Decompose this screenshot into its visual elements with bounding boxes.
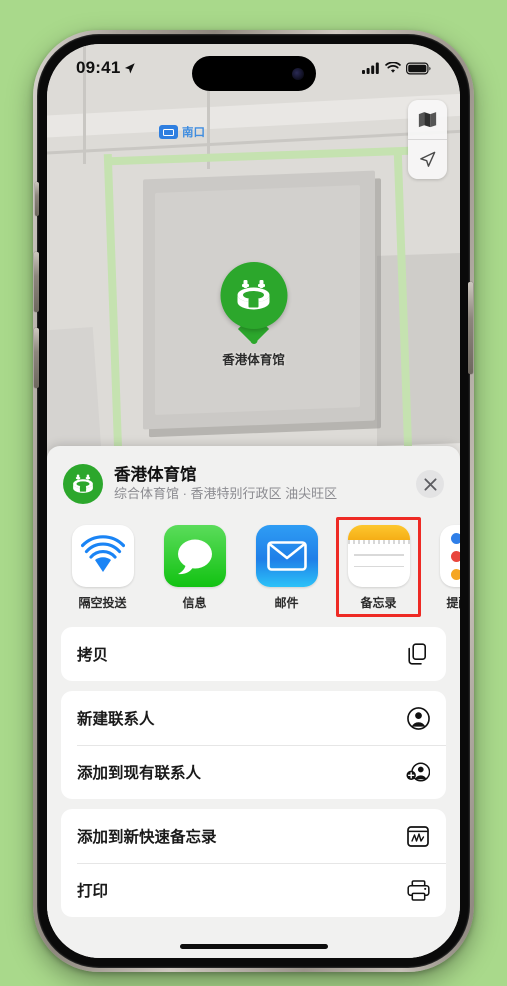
volume-up-button[interactable] (34, 252, 39, 312)
action-label: 添加到新快速备忘录 (77, 829, 217, 846)
map-block (47, 327, 102, 453)
share-app-label: 备忘录 (360, 596, 397, 610)
share-app-notes[interactable]: 备忘录 (336, 517, 421, 617)
stadium-pin-icon (220, 262, 287, 329)
transit-entrance-label: 南口 (182, 127, 205, 139)
mail-icon (255, 525, 318, 587)
home-indicator[interactable] (179, 944, 328, 949)
map-controls[interactable] (408, 100, 447, 179)
place-avatar (63, 464, 103, 504)
action-label: 新建联系人 (77, 711, 155, 728)
share-app-reminders[interactable]: 提醒事项 (437, 525, 460, 611)
screenshot-stage: 南口 香港体育馆 09:41 香港体育馆 综合体育馆 · 香港特别行政区 油尖旺… (0, 0, 507, 986)
notes-icon (347, 525, 410, 587)
action-group: 添加到新快速备忘录 打印 (61, 809, 446, 917)
action-row-new-contact[interactable]: 新建联系人 (61, 691, 446, 745)
printer-icon (406, 878, 430, 902)
transit-badge-icon (159, 125, 178, 139)
map-block (377, 252, 460, 446)
map-green-path (103, 153, 123, 455)
action-row-add-existing-contact[interactable]: 添加到现有联系人 (61, 745, 446, 799)
share-sheet-header: 香港体育馆 综合体育馆 · 香港特别行政区 油尖旺区 (47, 446, 460, 517)
map-place-pin[interactable]: 香港体育馆 (220, 262, 287, 368)
quick-note-icon (406, 824, 430, 848)
folded-map-icon (418, 112, 437, 128)
messages-icon (163, 525, 226, 587)
share-app-label: 隔空投送 (78, 596, 127, 610)
person-circle-icon (406, 706, 430, 730)
pin-anchor-dot (250, 337, 257, 344)
power-button[interactable] (468, 282, 473, 374)
wifi-icon (385, 62, 401, 73)
map-green-path (108, 146, 410, 166)
transit-entrance-marker[interactable]: 南口 (159, 124, 205, 140)
pin-label: 香港体育馆 (222, 353, 285, 367)
close-icon (423, 477, 437, 491)
map-road (47, 91, 460, 139)
action-label: 添加到现有联系人 (77, 765, 202, 782)
action-label: 打印 (77, 883, 109, 900)
share-sheet: 香港体育馆 综合体育馆 · 香港特别行政区 油尖旺区 隔空投送 信息 邮件 备忘… (47, 446, 460, 958)
phone-screen: 南口 香港体育馆 09:41 香港体育馆 综合体育馆 · 香港特别行政区 油尖旺… (47, 44, 460, 958)
action-row-new-quick-note[interactable]: 添加到新快速备忘录 (61, 809, 446, 863)
dynamic-island (191, 56, 316, 91)
share-app-messages[interactable]: 信息 (161, 525, 228, 611)
battery-icon (406, 62, 431, 74)
share-app-label: 提醒事项 (446, 596, 460, 610)
status-bar-left: 09:41 (76, 58, 136, 78)
place-info: 香港体育馆 综合体育馆 · 香港特别行政区 油尖旺区 (114, 465, 405, 504)
share-action-lists: 拷贝 新建联系人 添加到现有联系人 添加到新快速备忘录 打印 (47, 617, 460, 958)
action-row-print[interactable]: 打印 (61, 863, 446, 917)
location-arrow-icon (420, 151, 436, 167)
action-group: 新建联系人 添加到现有联系人 (61, 691, 446, 799)
reminders-icon (439, 525, 460, 587)
airdrop-icon (71, 525, 134, 587)
action-group: 拷贝 (61, 627, 446, 681)
cellular-bars-icon (362, 62, 379, 74)
share-app-label: 信息 (182, 596, 207, 610)
phone-bezel: 南口 香港体育馆 09:41 香港体育馆 综合体育馆 · 香港特别行政区 油尖旺… (34, 34, 473, 968)
place-title: 香港体育馆 (114, 465, 197, 484)
status-time: 09:41 (76, 58, 121, 77)
status-bar-right (362, 62, 431, 75)
action-button[interactable] (35, 182, 39, 216)
phone-device-frame: 南口 香港体育馆 09:41 香港体育馆 综合体育馆 · 香港特别行政区 油尖旺… (33, 30, 474, 972)
share-app-mail[interactable]: 邮件 (253, 525, 320, 611)
stadium-icon (73, 474, 93, 493)
stadium-icon (237, 279, 270, 309)
map-layers-button[interactable] (408, 100, 447, 139)
action-row-copy[interactable]: 拷贝 (61, 627, 446, 681)
action-label: 拷贝 (77, 647, 109, 664)
person-add-icon (406, 760, 430, 784)
place-subtitle: 综合体育馆 · 香港特别行政区 油尖旺区 (114, 486, 338, 502)
close-button[interactable] (416, 470, 444, 498)
copy-icon (406, 642, 430, 666)
volume-down-button[interactable] (34, 328, 39, 388)
share-app-airdrop[interactable]: 隔空投送 (69, 525, 136, 611)
location-arrow-icon (125, 62, 136, 73)
share-app-row[interactable]: 隔空投送 信息 邮件 备忘录 提 (47, 517, 460, 617)
share-app-label: 邮件 (274, 596, 299, 610)
current-location-button[interactable] (408, 140, 447, 179)
